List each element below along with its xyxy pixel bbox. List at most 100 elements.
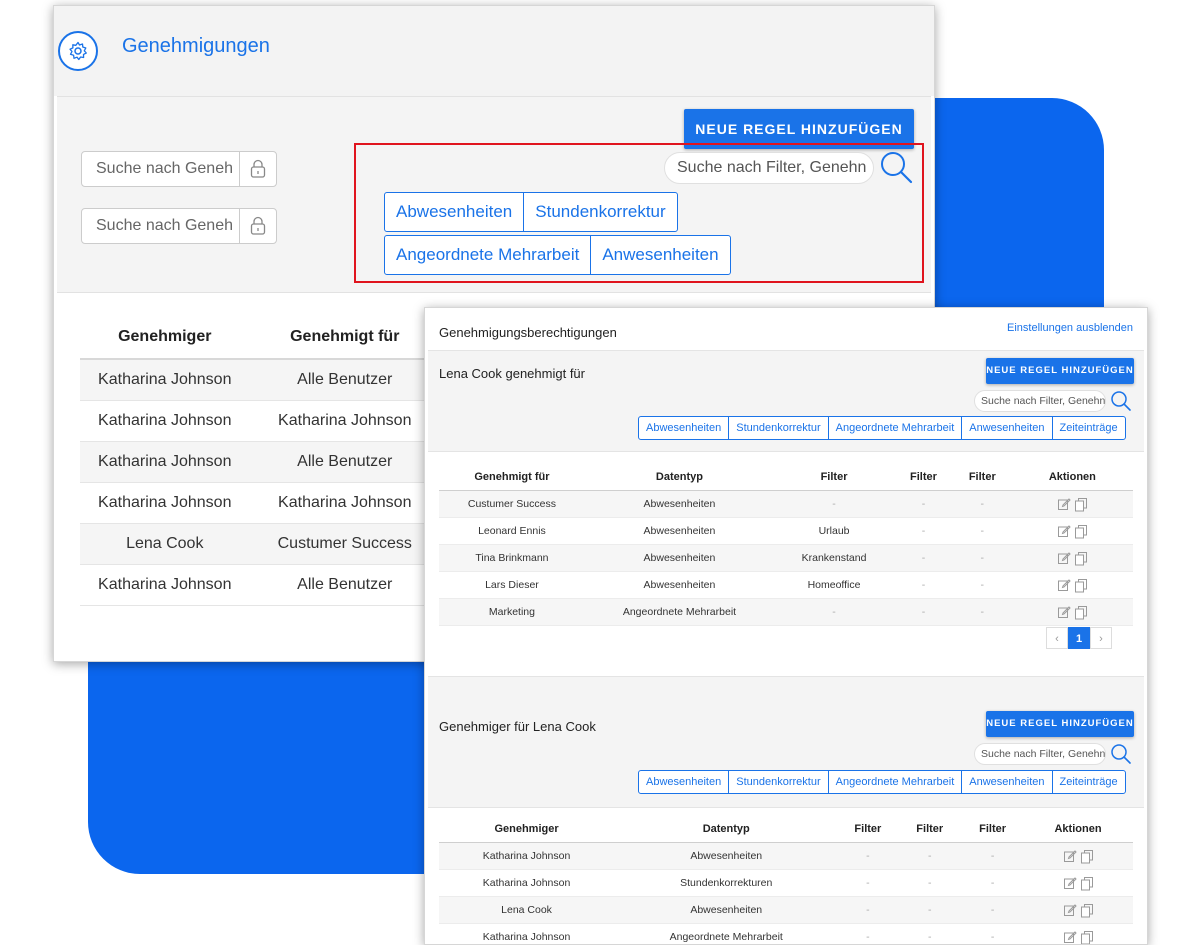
table-row[interactable]: Leonard EnnisAbwesenheitenUrlaub-- (439, 518, 1133, 545)
column-header: Filter (838, 816, 897, 843)
pager-next[interactable]: › (1090, 627, 1112, 649)
copy-icon[interactable] (1080, 849, 1094, 864)
tab-abwesenheiten[interactable]: Abwesenheiten (639, 417, 729, 439)
pager-page-1[interactable]: 1 (1068, 627, 1090, 649)
add-rule-button[interactable]: NEUE REGEL HINZUFÜGEN (986, 358, 1134, 384)
table-cell: Alle Benutzer (250, 359, 440, 401)
approvers-table: Genehmiger Datentyp Filter Filter Filter… (439, 816, 1133, 945)
edit-icon[interactable] (1057, 551, 1071, 565)
approver-search-input[interactable]: Suche nach Geneh (81, 151, 277, 187)
edit-icon[interactable] (1057, 497, 1071, 511)
search-icon[interactable] (1109, 742, 1133, 766)
table-row[interactable]: Lena CookAbwesenheiten--- (439, 897, 1133, 924)
table-cell: Katharina Johnson (439, 924, 614, 945)
add-rule-button[interactable]: NEUE REGEL HINZUFÜGEN (986, 711, 1134, 737)
column-header: Filter (774, 464, 894, 491)
approved-for-table: Genehmigt für Datentyp Filter Filter Fil… (439, 464, 1133, 626)
table-cell: - (953, 491, 1012, 518)
table-cell: - (838, 897, 897, 924)
row-actions (1012, 572, 1133, 599)
table-row[interactable]: Custumer SuccessAbwesenheiten--- (439, 491, 1133, 518)
copy-icon[interactable] (1074, 605, 1088, 620)
tab-zeiteintraege[interactable]: Zeiteinträge (1053, 417, 1125, 439)
table-row[interactable]: Katharina JohnsonStundenkorrekturen--- (439, 870, 1133, 897)
table-row[interactable]: Lars DieserAbwesenheitenHomeoffice-- (439, 572, 1133, 599)
permissions-window: Genehmigungsberechtigungen Einstellungen… (424, 307, 1148, 945)
table-row[interactable]: Katharina JohnsonAbwesenheiten--- (439, 843, 1133, 870)
column-header: Datentyp (585, 464, 774, 491)
copy-icon[interactable] (1080, 930, 1094, 945)
table-cell: - (962, 870, 1023, 897)
table-cell: Krankenstand (774, 545, 894, 572)
table-cell: Katharina Johnson (80, 442, 250, 483)
tab-stundenkorrektur[interactable]: Stundenkorrektur (729, 417, 828, 439)
table-row[interactable]: Lena CookCustumer Success (80, 524, 440, 565)
column-header: Genehmigt für (439, 464, 585, 491)
table-row[interactable]: Katharina JohnsonKatharina Johnson (80, 483, 440, 524)
section-title: Genehmiger für Lena Cook (439, 719, 596, 734)
column-header: Genehmiger (80, 316, 250, 359)
table-cell: - (953, 599, 1012, 626)
table-cell: - (897, 843, 962, 870)
table-cell: Katharina Johnson (250, 401, 440, 442)
tab-anwesenheiten[interactable]: Anwesenheiten (962, 417, 1052, 439)
search-icon[interactable] (1109, 389, 1133, 413)
table-row[interactable]: Tina BrinkmannAbwesenheitenKrankenstand-… (439, 545, 1133, 572)
table-row[interactable]: Katharina JohnsonAlle Benutzer (80, 565, 440, 606)
tab-stundenkorrektur[interactable]: Stundenkorrektur (729, 771, 828, 793)
table-cell: Katharina Johnson (80, 401, 250, 442)
window-header: Genehmigungen (54, 6, 934, 96)
copy-icon[interactable] (1074, 497, 1088, 512)
table-row[interactable]: MarketingAngeordnete Mehrarbeit--- (439, 599, 1133, 626)
edit-icon[interactable] (1063, 930, 1077, 944)
column-header: Filter (962, 816, 1023, 843)
lock-icon[interactable] (239, 209, 276, 243)
filter-search-input[interactable]: Suche nach Filter, Genehn (974, 390, 1106, 412)
row-actions (1023, 843, 1133, 870)
edit-icon[interactable] (1063, 903, 1077, 917)
table-cell: Urlaub (774, 518, 894, 545)
copy-icon[interactable] (1074, 551, 1088, 566)
hide-settings-link[interactable]: Einstellungen ausblenden (1007, 322, 1133, 334)
table-cell: - (897, 924, 962, 945)
tab-angeordnete-mehrarbeit[interactable]: Angeordnete Mehrarbeit (829, 417, 963, 439)
filter-search-input[interactable]: Suche nach Filter, Genehn (974, 743, 1106, 765)
lock-icon[interactable] (239, 152, 276, 186)
table-row[interactable]: Katharina JohnsonAlle Benutzer (80, 442, 440, 483)
edit-icon[interactable] (1063, 849, 1077, 863)
table-cell: Katharina Johnson (250, 483, 440, 524)
edit-icon[interactable] (1057, 605, 1071, 619)
copy-icon[interactable] (1080, 903, 1094, 918)
table-cell: Custumer Success (439, 491, 585, 518)
table-cell: Angeordnete Mehrarbeit (585, 599, 774, 626)
copy-icon[interactable] (1074, 524, 1088, 539)
table-cell: Katharina Johnson (439, 843, 614, 870)
tab-zeiteintraege[interactable]: Zeiteinträge (1053, 771, 1125, 793)
tab-abwesenheiten[interactable]: Abwesenheiten (639, 771, 729, 793)
copy-icon[interactable] (1080, 876, 1094, 891)
section-title: Lena Cook genehmigt für (439, 366, 585, 381)
approver-search-placeholder: Suche nach Geneh (96, 160, 246, 178)
table-cell: - (838, 924, 897, 945)
tab-anwesenheiten[interactable]: Anwesenheiten (962, 771, 1052, 793)
table-cell: Abwesenheiten (585, 572, 774, 599)
gear-icon[interactable] (58, 31, 98, 71)
table-row[interactable]: Katharina JohnsonKatharina Johnson (80, 401, 440, 442)
edit-icon[interactable] (1057, 524, 1071, 538)
table-cell: Lena Cook (439, 897, 614, 924)
column-header: Filter (897, 816, 962, 843)
copy-icon[interactable] (1074, 578, 1088, 593)
table-cell: Homeoffice (774, 572, 894, 599)
column-header: Filter (894, 464, 953, 491)
row-actions (1023, 870, 1133, 897)
table-cell: Tina Brinkmann (439, 545, 585, 572)
approved-search-input[interactable]: Suche nach Geneh (81, 208, 277, 244)
table-cell: Abwesenheiten (585, 491, 774, 518)
edit-icon[interactable] (1063, 876, 1077, 890)
tab-angeordnete-mehrarbeit[interactable]: Angeordnete Mehrarbeit (829, 771, 963, 793)
table-cell: - (774, 599, 894, 626)
table-row[interactable]: Katharina JohnsonAngeordnete Mehrarbeit-… (439, 924, 1133, 945)
table-row[interactable]: Katharina JohnsonAlle Benutzer (80, 359, 440, 401)
pager-prev[interactable]: ‹ (1046, 627, 1068, 649)
edit-icon[interactable] (1057, 578, 1071, 592)
